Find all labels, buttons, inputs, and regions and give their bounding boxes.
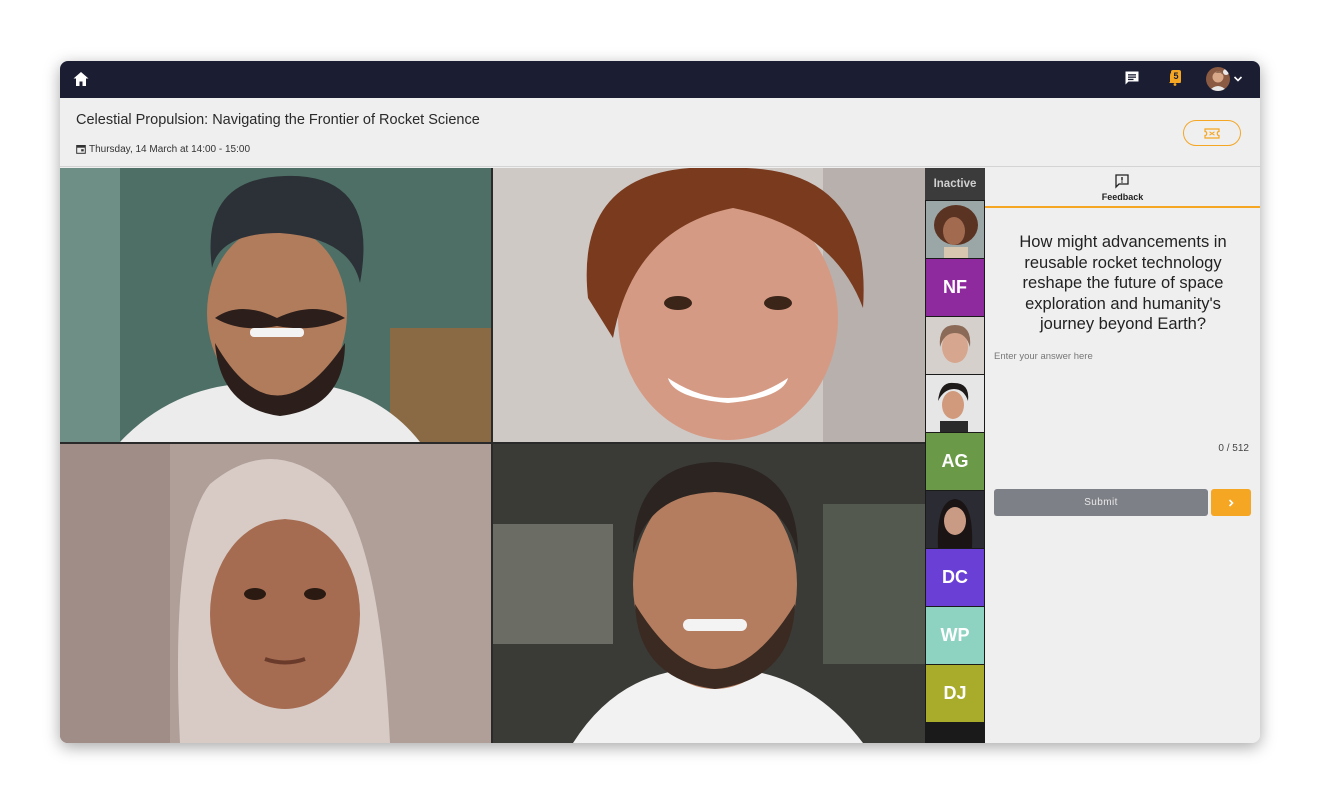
participant-thumbnail[interactable] — [926, 317, 984, 374]
chevron-right-icon — [1228, 498, 1234, 507]
event-header: Celestial Propulsion: Navigating the Fro… — [60, 98, 1260, 167]
participant-video[interactable] — [493, 444, 925, 743]
calendar-icon — [76, 145, 86, 154]
chevron-down-icon — [1233, 76, 1243, 82]
bell-icon[interactable]: 5 — [1168, 69, 1182, 86]
tab-feedback[interactable]: Feedback — [985, 168, 1260, 208]
participant-video[interactable] — [60, 168, 491, 442]
inactive-label: Inactive — [925, 168, 985, 200]
app-window: 5 Celestial Propulsion: Navigating the F… — [60, 61, 1260, 743]
page-title: Celestial Propulsion: Navigating the Fro… — [76, 112, 480, 128]
participant-initials-tile[interactable]: NF — [926, 259, 984, 316]
character-counter: 0 / 512 — [1218, 443, 1249, 454]
chat-icon[interactable] — [1124, 70, 1140, 86]
user-menu[interactable] — [1206, 67, 1246, 91]
submit-button[interactable]: Submit — [994, 489, 1208, 516]
participant-thumbnail[interactable] — [926, 375, 984, 432]
participant-video[interactable] — [493, 168, 925, 442]
home-icon[interactable] — [72, 70, 90, 88]
feedback-panel: Feedback How might advancements in reusa… — [985, 168, 1260, 743]
participant-initials-tile[interactable]: DC — [926, 549, 984, 606]
feedback-question: How might advancements in reusable rocke… — [1019, 233, 1227, 333]
ticket-icon — [1204, 127, 1220, 139]
event-date: Thursday, 14 March at 14:00 - 15:00 — [76, 142, 250, 156]
participant-strip: Inactive NF AG DC WP DJ — [925, 168, 985, 743]
next-button[interactable] — [1211, 489, 1251, 516]
notification-badge: 5 — [1171, 70, 1181, 83]
event-date-text: Thursday, 14 March at 14:00 - 15:00 — [89, 143, 251, 155]
participant-thumbnail[interactable] — [926, 491, 984, 548]
ticket-button[interactable] — [1183, 120, 1241, 146]
participant-thumbnail[interactable] — [926, 201, 984, 258]
participant-video[interactable] — [60, 444, 491, 743]
answer-input[interactable] — [994, 351, 1252, 437]
participant-initials-tile[interactable]: AG — [926, 433, 984, 490]
participant-initials-tile[interactable]: WP — [926, 607, 984, 664]
avatar — [1206, 67, 1230, 91]
feedback-icon — [1115, 174, 1129, 189]
tab-feedback-label: Feedback — [1101, 192, 1144, 202]
participant-initials-tile[interactable]: DJ — [926, 665, 984, 722]
video-grid — [60, 168, 925, 743]
top-nav-bar: 5 — [60, 61, 1260, 98]
